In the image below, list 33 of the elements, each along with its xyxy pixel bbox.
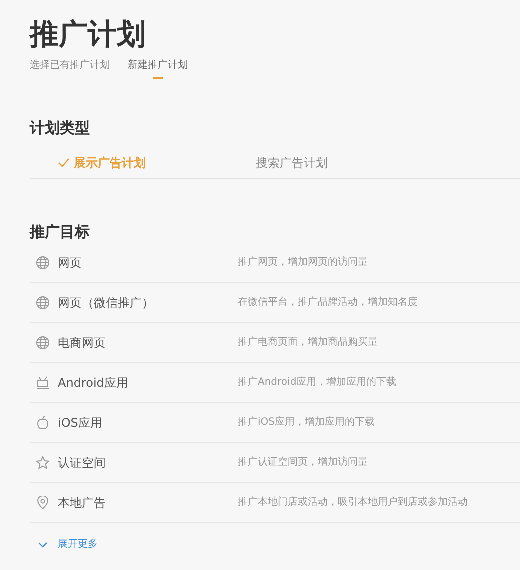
globe-icon — [36, 296, 50, 310]
goal-description: 推广网页，增加网页的访问量 — [238, 256, 368, 270]
goal-name: 网页 — [58, 254, 83, 272]
globe-icon — [36, 336, 50, 350]
check-icon — [58, 158, 70, 168]
goal-row[interactable]: iOS应用 推广iOS应用，增加应用的下载 — [30, 403, 520, 443]
goal-row[interactable]: 网页（微信推广） 在微信平台，推广品牌活动，增加知名度 — [30, 283, 520, 323]
goal-name: 电商网页 — [58, 334, 107, 352]
section-heading: 计划类型 — [30, 119, 91, 137]
goal-name: 网页（微信推广） — [58, 294, 155, 312]
goal-name: iOS应用 — [58, 414, 104, 432]
goal-description: 推广本地门店或活动，吸引本地用户到店或参加活动 — [238, 496, 468, 510]
goal-name: Android应用 — [58, 374, 130, 392]
goal-description: 推广电商页面，增加商品购买量 — [238, 336, 378, 350]
goal-description: 推广Android应用，增加应用的下载 — [238, 376, 397, 390]
star-icon — [36, 456, 50, 470]
goal-name: 认证空间 — [58, 454, 107, 472]
globe-icon — [36, 256, 50, 270]
goal-description: 推广认证空间页，增加访问量 — [238, 456, 368, 470]
goal-description: 推广iOS应用，增加应用的下载 — [238, 416, 375, 430]
goal-row[interactable]: 网页 推广网页，增加网页的访问量 — [30, 243, 520, 283]
goal-row[interactable]: 认证空间 推广认证空间页，增加访问量 — [30, 443, 520, 483]
goal-row[interactable]: 电商网页 推广电商页面，增加商品购买量 — [30, 323, 520, 363]
tab[interactable]: 新建推广计划 — [128, 58, 188, 79]
section-heading: 推广目标 — [30, 223, 91, 241]
goal-row[interactable]: Android应用 推广Android应用，增加应用的下载 — [30, 363, 520, 403]
location-pin-icon — [36, 496, 50, 510]
chevron-down-icon — [38, 542, 48, 548]
apple-icon — [36, 416, 50, 430]
goal-name: 本地广告 — [58, 494, 107, 512]
goal-row[interactable]: 本地广告 推广本地门店或活动，吸引本地用户到店或参加活动 — [30, 483, 520, 523]
goal-description: 在微信平台，推广品牌活动，增加知名度 — [238, 296, 418, 310]
page-title: 推广计划 — [30, 16, 147, 53]
